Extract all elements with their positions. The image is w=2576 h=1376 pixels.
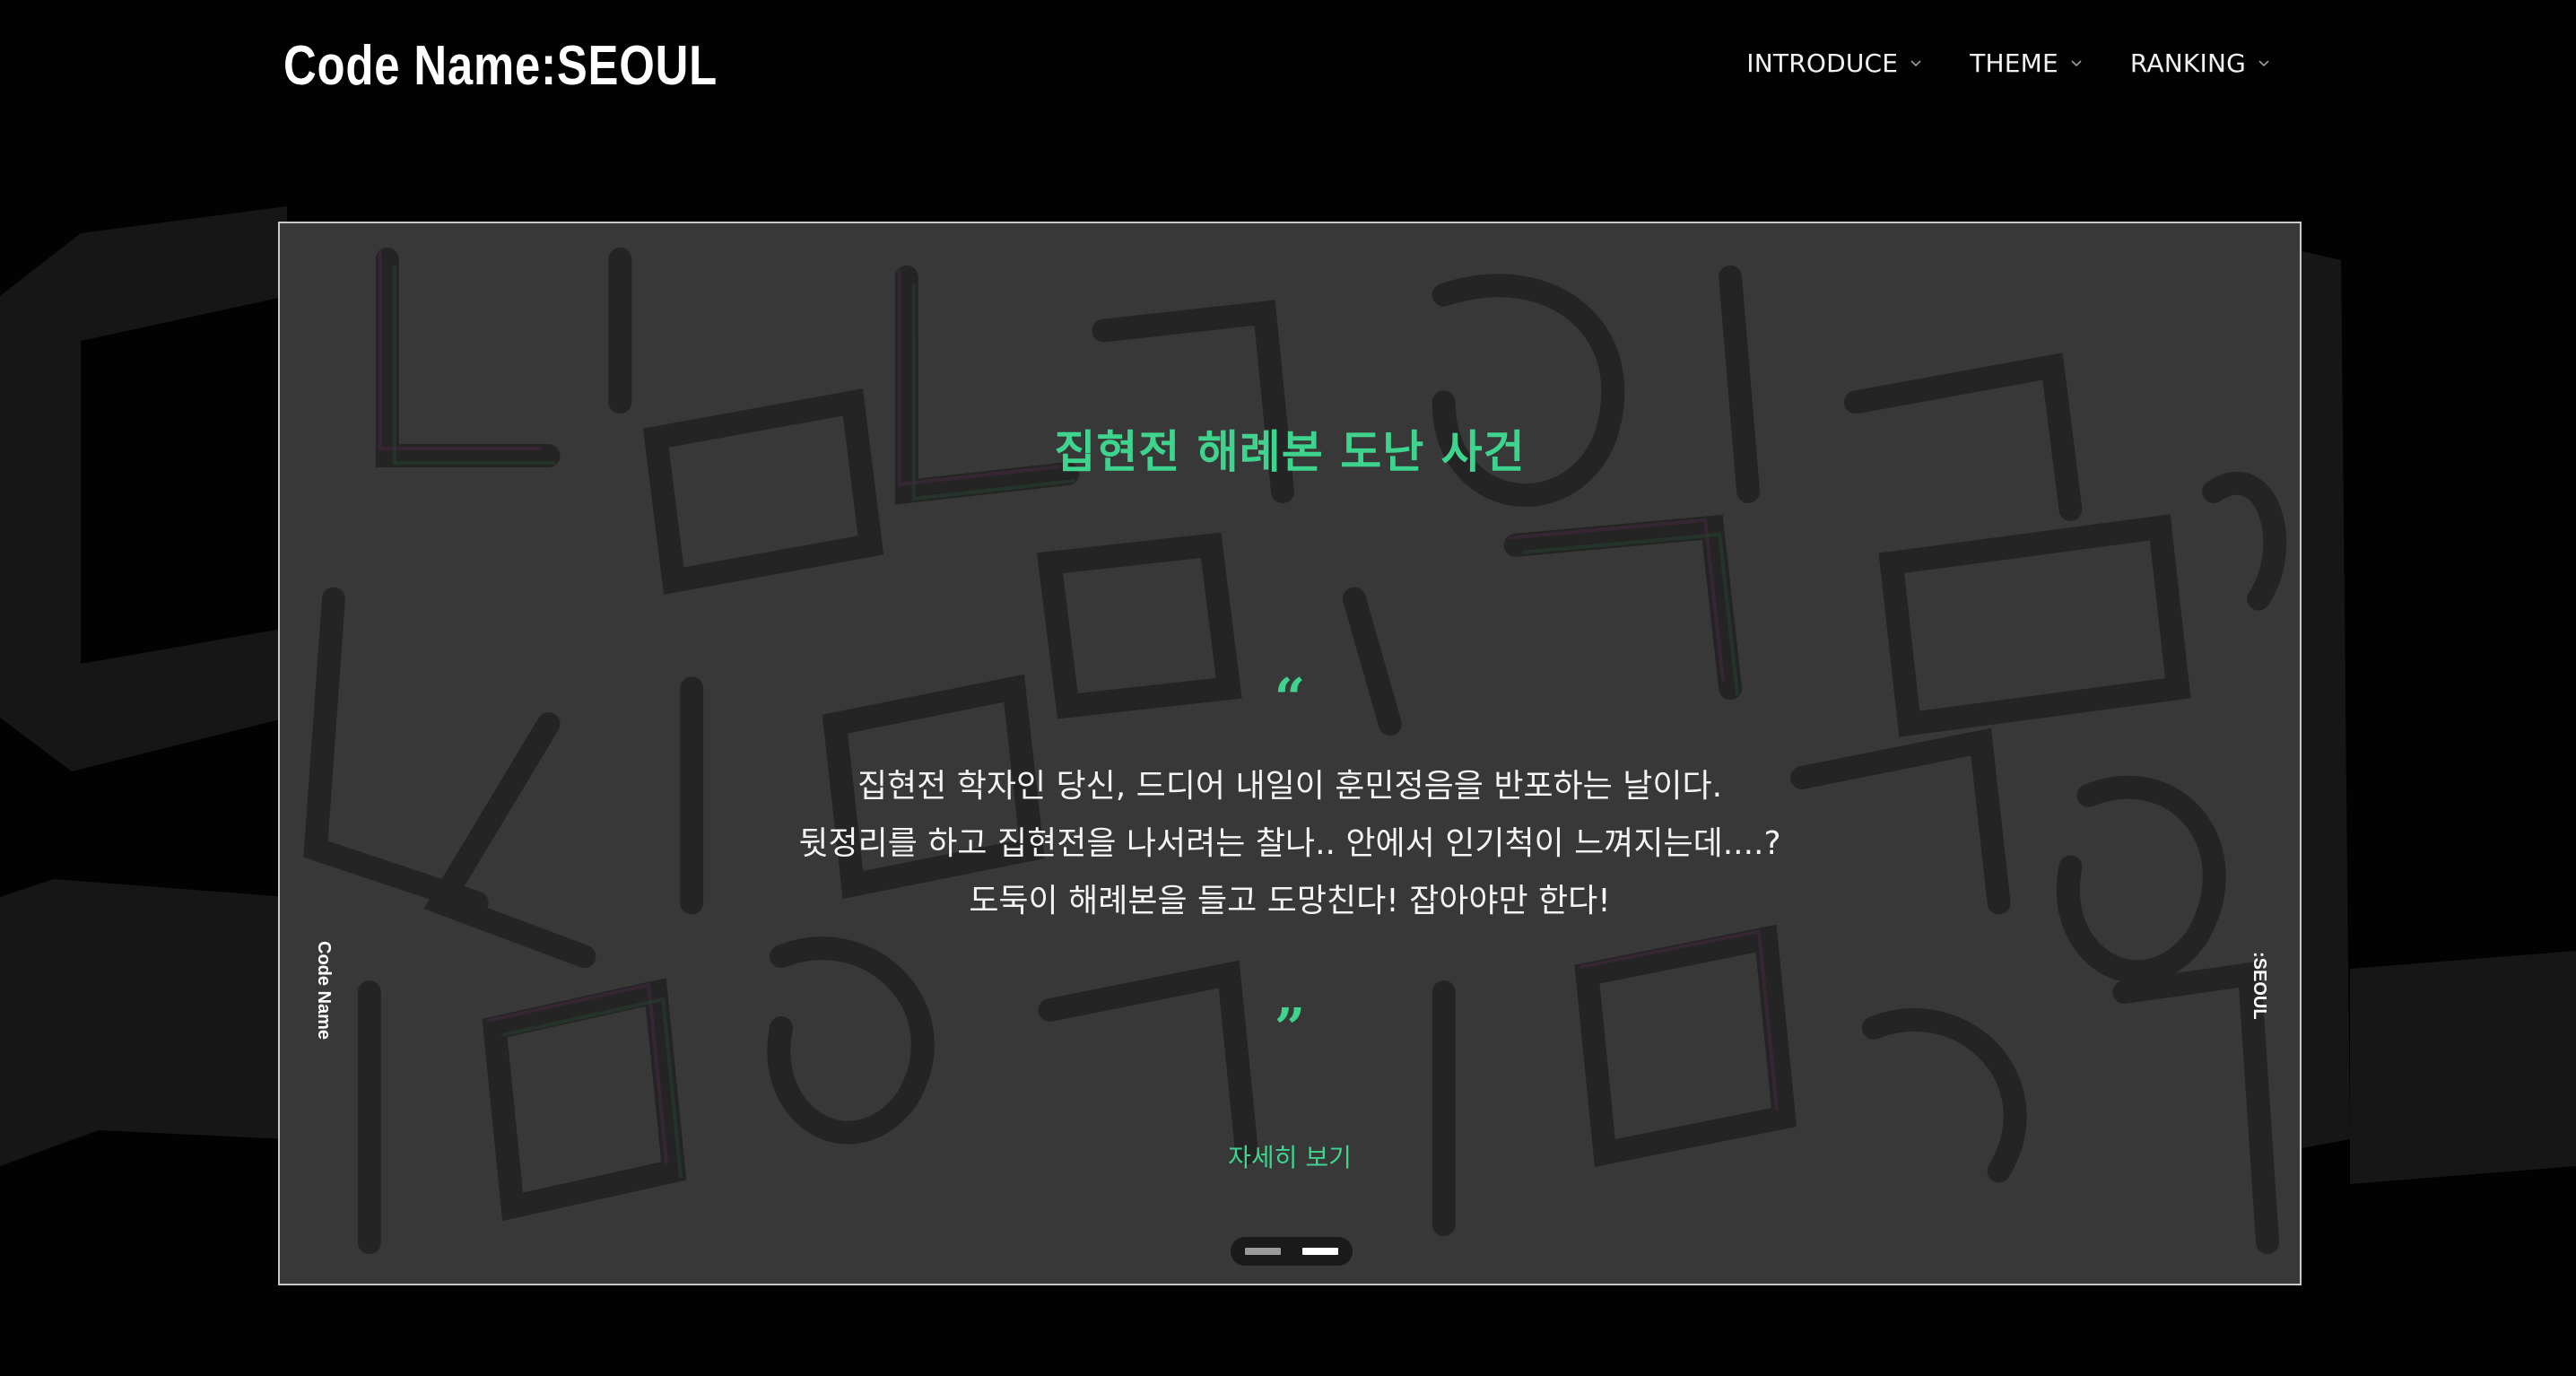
slide-pagination [1231, 1237, 1353, 1266]
description-line: 뒷정리를 하고 집현전을 나서려는 찰나.. 안에서 인기척이 느껴지는데...… [798, 825, 1781, 862]
hero-overlay [280, 223, 2300, 1284]
chevron-down-icon [2258, 60, 2269, 67]
main-nav: INTRODUCE THEME RANKING [1700, 43, 2271, 83]
description-line: 도둑이 해례본을 들고 도망친다! 잡아야만 한다! [969, 883, 1611, 919]
nav-theme[interactable]: THEME [1970, 43, 2084, 83]
close-quote-icon: ” [1274, 997, 1306, 1060]
hero-title: 집현전 해례본 도난 사건 [1054, 426, 1526, 478]
more-details-link[interactable]: 자세히 보기 [280, 1138, 2300, 1174]
page: Code Name:SEOUL INTRODUCE THEME RANKING [0, 0, 2576, 1376]
nav-introduce-label: INTRODUCE [1746, 48, 1899, 78]
slide-dot-1[interactable] [1245, 1248, 1281, 1255]
description-line: 집현전 학자인 당신, 드디어 내일이 훈민정음을 반포하는 날이다. [857, 768, 1723, 805]
nav-ranking[interactable]: RANKING [2130, 43, 2271, 83]
nav-introduce[interactable]: INTRODUCE [1746, 43, 1923, 83]
hero-description: 집현전 학자인 당신, 드디어 내일이 훈민정음을 반포하는 날이다. 뒷정리를… [280, 758, 2300, 930]
chevron-down-icon [2071, 60, 2082, 67]
chevron-down-icon [1910, 60, 1921, 67]
open-quote-icon: “ [1274, 667, 1306, 730]
hero-slide: Code Name :SEOUL 집현전 해례본 도난 사건 “ 집현전 학자인… [278, 222, 2302, 1285]
nav-theme-label: THEME [1970, 48, 2058, 78]
nav-ranking-label: RANKING [2129, 48, 2246, 78]
slide-dot-2[interactable] [1302, 1248, 1338, 1255]
logo[interactable]: Code Name:SEOUL [283, 30, 718, 102]
site-header: Code Name:SEOUL INTRODUCE THEME RANKING [0, 0, 2576, 135]
